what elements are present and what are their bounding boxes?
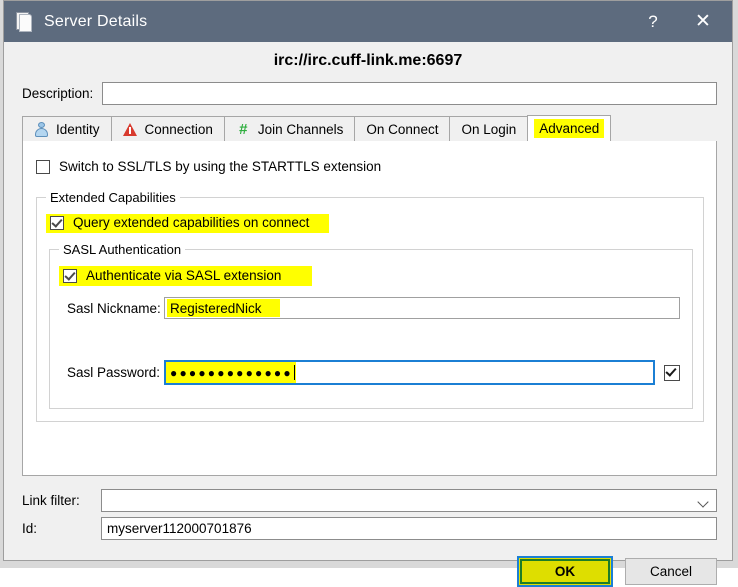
sasl-password-input[interactable]: ●●●●●●●●●●●●● — [164, 360, 655, 385]
tab-connection-label: Connection — [144, 121, 213, 137]
link-filter-dropdown[interactable] — [101, 489, 717, 512]
dialog-body: irc://irc.cuff-link.me:6697 Description:… — [4, 42, 732, 587]
description-input[interactable] — [102, 81, 717, 105]
id-input[interactable]: myserver112000701876 — [101, 517, 717, 540]
server-url-heading: irc://irc.cuff-link.me:6697 — [273, 52, 463, 69]
sasl-authenticate-checkbox[interactable] — [63, 268, 77, 283]
sasl-nickname-value: RegisteredNick — [170, 300, 262, 316]
person-icon — [34, 121, 49, 137]
tab-connection[interactable]: Connection — [110, 116, 225, 141]
tab-on-connect-label: On Connect — [366, 121, 439, 137]
cancel-button[interactable]: Cancel — [625, 558, 717, 585]
button-bar: OK Cancel — [517, 556, 717, 587]
tab-strip: Identity Connection # Join Channels On C… — [22, 115, 717, 142]
description-label: Description: — [22, 85, 94, 101]
query-capabilities-checkbox[interactable] — [50, 215, 64, 230]
starttls-label: Switch to SSL/TLS by using the STARTTLS … — [59, 159, 382, 174]
sasl-authentication-group: SASL Authentication Authenticate via SAS… — [49, 242, 693, 409]
sasl-password-value: ●●●●●●●●●●●●● — [170, 365, 293, 380]
sasl-authenticate-checkbox-row[interactable]: Authenticate via SASL extension — [59, 266, 312, 286]
link-filter-label: Link filter: — [22, 493, 80, 508]
reveal-password-checkbox[interactable] — [664, 364, 680, 381]
title-bar: Server Details ? ✕ — [4, 1, 732, 42]
tab-join-channels-label: Join Channels — [257, 121, 344, 137]
query-capabilities-label: Query extended capabilities on connect — [73, 215, 310, 230]
text-caret — [293, 365, 295, 380]
tab-on-login[interactable]: On Login — [449, 116, 529, 141]
sasl-authenticate-label: Authenticate via SASL extension — [86, 268, 282, 283]
cancel-button-label: Cancel — [649, 564, 693, 579]
id-row: Id: myserver112000701876 — [22, 517, 717, 540]
sasl-nickname-label: Sasl Nickname: — [67, 300, 161, 316]
extended-capabilities-title: Extended Capabilities — [46, 190, 180, 205]
sasl-password-row: Sasl Password: ●●●●●●●●●●●●● — [67, 360, 680, 385]
close-button[interactable]: ✕ — [680, 1, 726, 42]
sasl-authentication-title: SASL Authentication — [59, 242, 186, 257]
server-details-dialog: Server Details ? ✕ irc://irc.cuff-link.m… — [3, 0, 733, 587]
id-value: myserver112000701876 — [107, 521, 252, 536]
ok-button-label: OK — [554, 564, 576, 579]
help-button[interactable]: ? — [630, 1, 676, 42]
hash-icon: # — [239, 120, 248, 138]
page-icon — [16, 11, 33, 32]
tab-advanced[interactable]: Advanced — [527, 115, 612, 141]
sasl-nickname-row: Sasl Nickname: RegisteredNick — [67, 297, 680, 319]
starttls-checkbox[interactable] — [36, 159, 50, 174]
link-filter-row: Link filter: — [22, 489, 717, 512]
tab-advanced-label: Advanced — [539, 121, 600, 136]
chevron-down-icon — [697, 496, 709, 508]
description-row: Description: — [22, 81, 717, 105]
ok-button[interactable]: OK — [517, 556, 613, 587]
extended-capabilities-group: Extended Capabilities Query extended cap… — [36, 190, 704, 422]
tab-join-channels[interactable]: # Join Channels — [223, 116, 356, 141]
warning-triangle-icon — [122, 122, 138, 137]
starttls-checkbox-row[interactable]: Switch to SSL/TLS by using the STARTTLS … — [36, 159, 381, 174]
sasl-nickname-input[interactable]: RegisteredNick — [164, 297, 680, 319]
tab-on-connect[interactable]: On Connect — [354, 116, 451, 141]
id-label: Id: — [22, 521, 38, 536]
tab-identity[interactable]: Identity — [22, 116, 112, 141]
sasl-password-label: Sasl Password: — [67, 365, 161, 380]
desktop-backdrop: Server Details ? ✕ irc://irc.cuff-link.m… — [0, 0, 738, 587]
tab-on-login-label: On Login — [461, 121, 517, 137]
query-capabilities-checkbox-row[interactable]: Query extended capabilities on connect — [46, 214, 329, 233]
advanced-tab-page: Switch to SSL/TLS by using the STARTTLS … — [22, 141, 717, 476]
tab-identity-label: Identity — [56, 121, 100, 137]
window-title: Server Details — [44, 12, 148, 30]
